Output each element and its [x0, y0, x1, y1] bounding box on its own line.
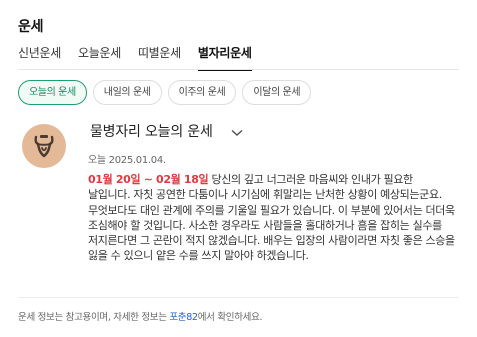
chip-this-month[interactable]: 이달의 운세: [242, 80, 312, 105]
fortune-text-block: 01월 20일 ~ 02월 18일 당신의 깊고 너그러운 마음씨와 인내가 필…: [88, 172, 458, 264]
tab-today-fortune[interactable]: 오늘운세: [78, 44, 121, 71]
fortune-date: 오늘 2025.01.04.: [88, 155, 166, 166]
fortune-widget: 운세 신년운세 오늘운세 띠별운세 별자리운세 오늘의 운세 내일의 운세 이주…: [0, 0, 477, 337]
main-tabs: 신년운세 오늘운세 띠별운세 별자리운세: [18, 44, 269, 71]
footer-prefix: 운세 정보는 참고용이며, 자세한 정보는: [18, 312, 170, 323]
tab-new-year-fortune[interactable]: 신년운세: [18, 44, 61, 71]
source-link[interactable]: 포춘82: [169, 312, 198, 323]
sign-date-range: 01월 20일 ~ 02월 18일: [88, 173, 209, 186]
sign-selector-dropdown[interactable]: 물병자리 오늘의 운세: [90, 121, 243, 141]
chip-this-week[interactable]: 이주의 운세: [167, 80, 237, 105]
aquarius-amphora-icon: [22, 124, 66, 168]
chip-tomorrow[interactable]: 내일의 운세: [92, 80, 162, 105]
footer-suffix: 에서 확인하세요.: [197, 312, 263, 323]
chevron-down-icon: [231, 122, 243, 141]
chip-today[interactable]: 오늘의 운세: [18, 80, 87, 105]
footer-note: 운세 정보는 참고용이며, 자세한 정보는 포춘82에서 확인하세요.: [18, 309, 263, 323]
sign-selector-label: 물병자리 오늘의 운세: [90, 124, 213, 140]
footer-divider: [18, 297, 459, 298]
tab-star-sign-fortune[interactable]: 별자리운세: [197, 44, 252, 71]
tab-zodiac-animal-fortune[interactable]: 띠별운세: [138, 44, 181, 71]
widget-title: 운세: [18, 19, 44, 35]
tabs-divider: [18, 69, 459, 70]
fortune-text: 당신의 깊고 너그러운 마음씨와 인내가 필요한 날입니다. 자칫 공연한 다툼…: [88, 173, 455, 263]
period-chips: 오늘의 운세 내일의 운세 이주의 운세 이달의 운세: [18, 80, 317, 105]
